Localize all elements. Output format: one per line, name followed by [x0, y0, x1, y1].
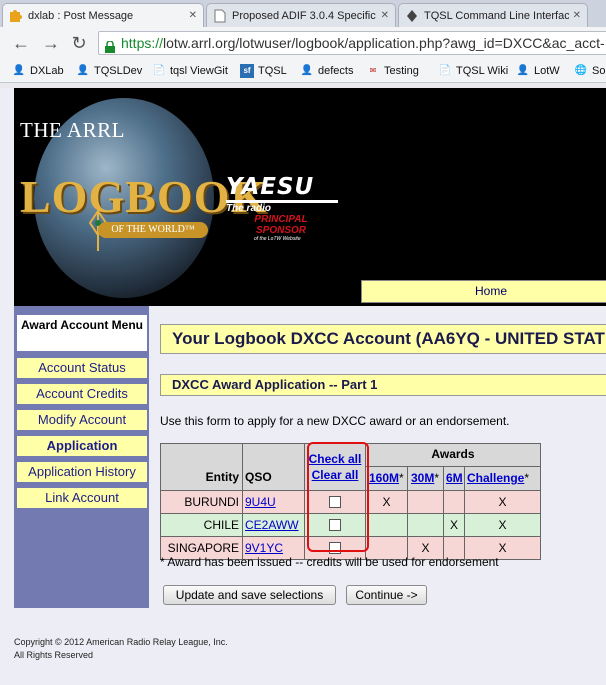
award-account-menu: Award Account Menu Account Status Accoun…: [14, 306, 149, 608]
award-col-6m: 6M: [443, 466, 465, 491]
copyright-line: Copyright © 2012 American Radio Relay Le…: [14, 637, 228, 647]
bookmark-lotw[interactable]: 👤 LotW: [516, 63, 560, 79]
awards-header: Awards: [365, 443, 541, 467]
person-icon: 👤: [516, 65, 530, 76]
url-scheme: https://: [121, 35, 164, 51]
menu-item-application[interactable]: Application: [17, 436, 147, 456]
yaesu-logo-text: YAESU: [226, 174, 315, 200]
intro-text: Use this form to apply for a new DXCC aw…: [160, 414, 510, 428]
mark-cell: X: [365, 490, 408, 514]
qso-header: QSO: [242, 443, 305, 491]
puzzle-icon: [9, 9, 23, 23]
menu-heading: Award Account Menu: [17, 315, 147, 351]
mark-cell: [365, 513, 408, 537]
mark-cell: [443, 490, 465, 514]
lock-icon: [104, 37, 116, 53]
qso-link[interactable]: 9U4U: [245, 495, 276, 509]
menu-item-application-history[interactable]: Application History: [17, 462, 147, 482]
entity-cell: BURUNDI: [160, 490, 243, 514]
award-col-challenge: Challenge*: [464, 466, 541, 491]
bookmark-tqsl[interactable]: sf TQSL: [240, 63, 287, 79]
web-page: THE ARRL LOGBOOK OF THE WORLD™ YAESU The…: [0, 88, 606, 685]
url-text: lotw.arrl.org/lotwuser/logbook/applicati…: [163, 35, 605, 51]
menu-item-account-status[interactable]: Account Status: [17, 358, 147, 378]
sf-icon: sf: [240, 64, 254, 78]
lotw-banner: THE ARRL LOGBOOK OF THE WORLD™ YAESU The…: [14, 88, 606, 306]
page-icon: [213, 9, 227, 23]
close-icon[interactable]: ✕: [381, 10, 389, 21]
back-icon[interactable]: ←: [10, 32, 32, 54]
nav-bar: ← → ↻ https://lotw.arrl.org/lotwuser/log…: [0, 27, 606, 59]
menu-item-link-account[interactable]: Link Account: [17, 488, 147, 508]
menu-item-modify-account[interactable]: Modify Account: [17, 410, 147, 430]
bookmark-tqsldev[interactable]: 👤 TQSLDev: [76, 63, 143, 79]
section-title: DXCC Award Application -- Part 1: [160, 374, 606, 396]
person-icon: 👤: [76, 65, 90, 76]
qso-cell: 9U4U: [242, 490, 305, 514]
bookmark-tqsl-viewgit[interactable]: 📄 tqsl ViewGit: [152, 63, 228, 79]
tab-title: TQSL Command Line Interfac: [424, 9, 569, 22]
the-radio-text: The radio: [226, 203, 272, 214]
close-icon[interactable]: ✕: [573, 10, 581, 21]
entity-cell: CHILE: [160, 513, 243, 537]
bookmark-sol[interactable]: 🌐Sol: [574, 63, 606, 79]
close-icon[interactable]: ✕: [189, 10, 197, 21]
arrl-title: THE ARRL: [20, 118, 125, 142]
diamond-icon: [405, 9, 419, 23]
highlight-annotation: [307, 442, 369, 552]
award-col-160m: 160M*: [365, 466, 408, 491]
rights-line: All Rights Reserved: [14, 650, 94, 660]
forward-icon[interactable]: →: [40, 32, 62, 54]
person-icon: 👤: [12, 65, 26, 76]
home-link[interactable]: Home: [361, 280, 606, 303]
mark-cell: X: [464, 490, 541, 514]
address-bar[interactable]: https://lotw.arrl.org/lotwuser/logbook/a…: [98, 31, 606, 55]
mark-cell: X: [443, 513, 465, 537]
page-icon: 📄: [152, 65, 166, 76]
bookmark-dxlab[interactable]: 👤 DXLab: [12, 63, 64, 79]
qso-link[interactable]: CE2AWW: [245, 518, 299, 532]
tab-dxlab[interactable]: dxlab : Post Message ✕: [2, 3, 204, 27]
tab-strip: dxlab : Post Message ✕ Proposed ADIF 3.0…: [0, 0, 606, 27]
globe-icon: 🌐: [574, 65, 588, 76]
bookmark-defects[interactable]: 👤 defects: [300, 63, 354, 79]
person-icon: 👤: [300, 65, 314, 76]
copyright: Copyright © 2012 American Radio Relay Le…: [14, 636, 228, 662]
bookmarks-bar: 👤 DXLab 👤 TQSLDev 📄 tqsl ViewGit sf TQSL 👤 de…: [0, 59, 606, 83]
mark-cell: [407, 490, 444, 514]
bookmark-tqsl-wiki[interactable]: 📄 TQSL Wiki: [438, 63, 508, 79]
tab-title: dxlab : Post Message: [28, 9, 134, 22]
qso-cell: CE2AWW: [242, 513, 305, 537]
mailman-icon: ✉: [369, 66, 377, 75]
principal-sponsor-text: PRINCIPAL SPONSOR: [254, 214, 308, 236]
browser-chrome: dxlab : Post Message ✕ Proposed ADIF 3.0…: [0, 0, 606, 88]
footnote: * Award has been issued -- credits will …: [160, 555, 499, 569]
bookmark-testing[interactable]: ✉ Testing: [366, 63, 419, 79]
of-the-world-plate: OF THE WORLD™: [98, 222, 208, 238]
entity-header: Entity: [160, 443, 243, 491]
reload-icon[interactable]: ↻: [68, 32, 90, 54]
tab-tqsl[interactable]: TQSL Command Line Interfac ✕: [398, 3, 588, 27]
page-icon: 📄: [438, 65, 452, 76]
qso-link[interactable]: 9V1YC: [245, 541, 283, 555]
page-title: Your Logbook DXCC Account (AA6YQ - UNITE…: [160, 324, 606, 354]
award-col-30m: 30M*: [407, 466, 444, 491]
update-save-button[interactable]: Update and save selections: [163, 585, 336, 605]
mark-cell: [407, 513, 444, 537]
tab-adif[interactable]: Proposed ADIF 3.0.4 Specific ✕: [206, 3, 396, 27]
sponsor-subtext: of the LoTW Website: [254, 236, 301, 242]
menu-item-account-credits[interactable]: Account Credits: [17, 384, 147, 404]
tab-title: Proposed ADIF 3.0.4 Specific: [232, 9, 376, 22]
continue-button[interactable]: Continue ->: [346, 585, 427, 605]
mark-cell: X: [464, 513, 541, 537]
